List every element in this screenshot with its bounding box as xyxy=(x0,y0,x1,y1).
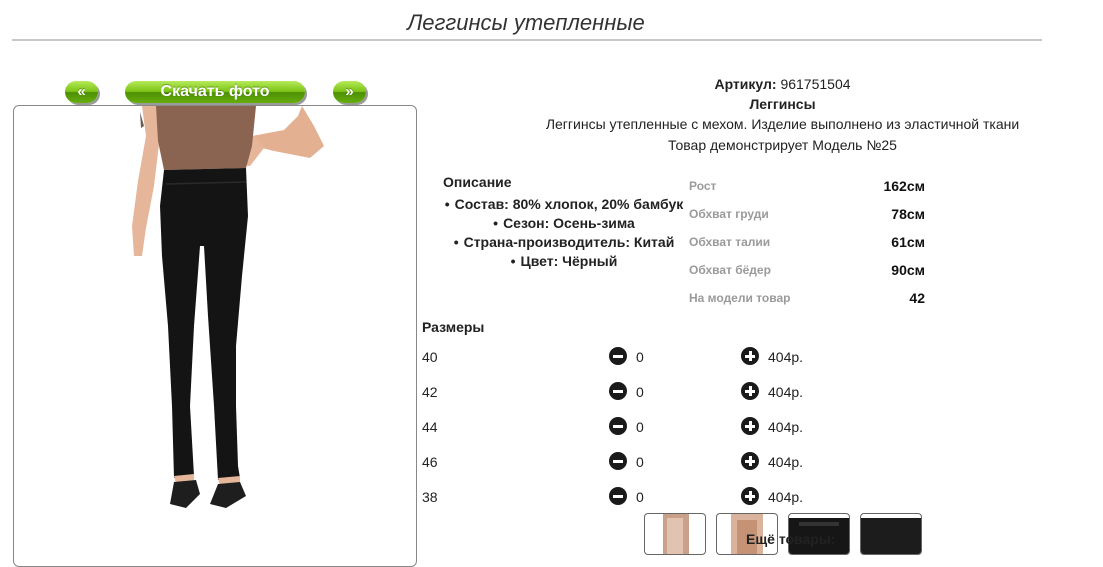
title-divider xyxy=(12,39,1042,41)
price-value: 404р. xyxy=(768,454,804,470)
minus-circle-icon[interactable] xyxy=(609,382,627,400)
article-label: Артикул: xyxy=(714,76,777,92)
description-item: Сезон: Осень-зима xyxy=(438,214,690,233)
param-label: Обхват бёдер xyxy=(689,263,771,277)
param-value: 78см xyxy=(891,206,925,222)
size-row: 42 0 404р. xyxy=(422,380,842,404)
minus-circle-icon[interactable] xyxy=(609,347,627,365)
param-value: 42 xyxy=(909,290,925,306)
price-value: 404р. xyxy=(768,349,804,365)
plus-circle-icon[interactable] xyxy=(741,382,759,400)
size-row: 38 0 404р. xyxy=(422,485,842,509)
param-row-model-size: На модели товар 42 xyxy=(689,287,925,315)
quantity-value: 0 xyxy=(636,454,644,470)
product-photo xyxy=(13,105,417,567)
param-row-waist: Обхват талии 61см xyxy=(689,231,925,259)
param-row-height: Рост 162см xyxy=(689,175,925,203)
param-label: Обхват груди xyxy=(689,207,769,221)
product-category: Леггинсы xyxy=(749,96,816,112)
param-label: Рост xyxy=(689,179,717,193)
plus-circle-icon[interactable] xyxy=(741,417,759,435)
size-value: 44 xyxy=(422,419,438,435)
prev-photo-button[interactable]: « xyxy=(65,81,98,103)
more-products-label: Ещё товары: xyxy=(746,531,836,547)
description-item: Цвет: Чёрный xyxy=(438,252,690,271)
size-row: 44 0 404р. xyxy=(422,415,842,439)
size-value: 46 xyxy=(422,454,438,470)
size-row: 46 0 404р. xyxy=(422,450,842,474)
quantity-value: 0 xyxy=(636,419,644,435)
plus-circle-icon[interactable] xyxy=(741,487,759,505)
param-value: 90см xyxy=(891,262,925,278)
description-title: Описание xyxy=(443,174,512,190)
sizes-title: Размеры xyxy=(422,319,485,335)
price-value: 404р. xyxy=(768,419,804,435)
size-value: 38 xyxy=(422,489,438,505)
param-value: 162см xyxy=(883,178,925,194)
price-value: 404р. xyxy=(768,489,804,505)
param-label: На модели товар xyxy=(689,291,791,305)
model-params-table: Рост 162см Обхват груди 78см Обхват тали… xyxy=(689,175,925,315)
model-note: Товар демонстрирует Модель №25 xyxy=(668,137,897,153)
quantity-value: 0 xyxy=(636,384,644,400)
size-value: 40 xyxy=(422,349,438,365)
param-value: 61см xyxy=(891,234,925,250)
size-row: 40 0 404р. xyxy=(422,345,842,369)
article-value: 961751504 xyxy=(780,76,851,92)
quantity-value: 0 xyxy=(636,489,644,505)
param-row-hips: Обхват бёдер 90см xyxy=(689,259,925,287)
quantity-value: 0 xyxy=(636,349,644,365)
plus-circle-icon[interactable] xyxy=(741,452,759,470)
description-item: Страна-производитель: Китай xyxy=(438,233,690,252)
minus-circle-icon[interactable] xyxy=(609,452,627,470)
size-value: 42 xyxy=(422,384,438,400)
plus-circle-icon[interactable] xyxy=(741,347,759,365)
download-photo-button[interactable]: Скачать фото xyxy=(125,81,305,103)
next-photo-button[interactable]: » xyxy=(333,81,366,103)
description-list: Состав: 80% хлопок, 20% бамбук Сезон: Ос… xyxy=(438,195,690,271)
price-value: 404р. xyxy=(768,384,804,400)
minus-circle-icon[interactable] xyxy=(609,417,627,435)
article-line: Артикул: 961751504 xyxy=(430,76,1103,92)
description-item: Состав: 80% хлопок, 20% бамбук xyxy=(438,195,690,214)
product-short-description: Леггинсы утепленные с мехом. Изделие вып… xyxy=(545,116,1020,132)
param-row-bust: Обхват груди 78см xyxy=(689,203,925,231)
page-title: Леггинсы утепленные xyxy=(407,10,645,35)
param-label: Обхват талии xyxy=(689,235,771,249)
model-in-leggings-image xyxy=(132,106,324,508)
minus-circle-icon[interactable] xyxy=(609,487,627,505)
